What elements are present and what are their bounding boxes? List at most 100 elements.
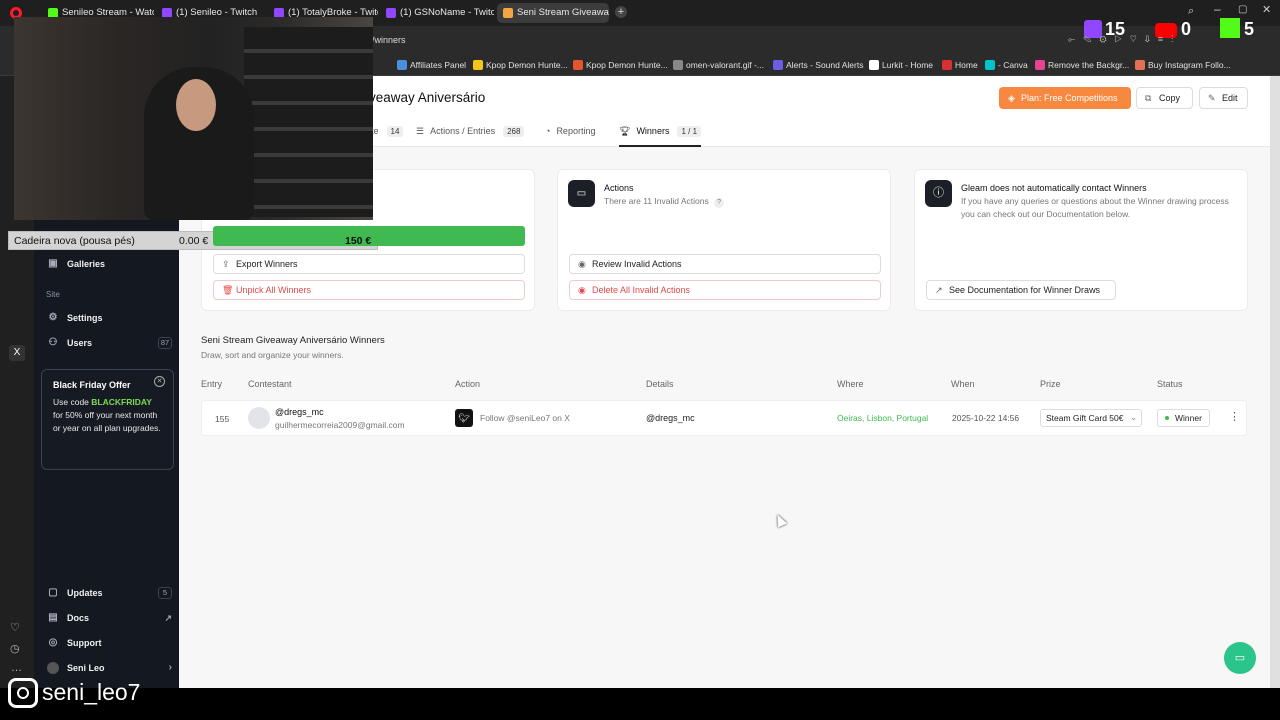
bookmark-item[interactable]: Home <box>942 58 978 72</box>
close-window-button[interactable]: ✕ <box>1262 3 1271 16</box>
twitter-icon: 🐦︎ <box>455 409 473 427</box>
info-icon: ⓘ <box>925 180 952 207</box>
export-winners-button[interactable]: ⇪ Export Winners <box>213 254 525 274</box>
tab-label: Actions / Entries <box>430 126 496 136</box>
bookmark-label: Alerts - Sound Alerts <box>786 60 864 70</box>
bookmark-item[interactable]: Remove the Backgr... <box>1035 58 1129 72</box>
sidebar-item-docs[interactable]: ▤ Docs ↗ <box>47 608 172 628</box>
unpick-all-winners-button[interactable]: 🗑︎ Unpick All Winners <box>213 280 525 300</box>
see-documentation-button[interactable]: ↗ See Documentation for Winner Draws <box>926 280 1116 300</box>
chevron-down-icon: ⌄ <box>1130 413 1137 422</box>
kick-viewer-count: 5 <box>1244 19 1255 39</box>
maximize-button[interactable]: ▢ <box>1238 4 1247 15</box>
chat-button[interactable]: ▭ <box>1224 642 1256 674</box>
actions-icon: ▭ <box>568 180 595 207</box>
column-header-status: Status <box>1157 379 1183 389</box>
button-label: Unpick All Winners <box>236 285 312 295</box>
eye-icon: ◉ <box>578 285 586 295</box>
prize-select[interactable]: Steam Gift Card 50€ ⌄ <box>1040 409 1142 427</box>
tab-reporting[interactable]: ◔ Reporting <box>545 126 595 136</box>
browser-tab-active[interactable]: Seni Stream Giveaway Ani <box>497 3 609 23</box>
copy-button[interactable]: ⧉ Copy <box>1136 87 1193 109</box>
bookmark-icon <box>942 60 952 70</box>
updates-count-badge: 5 <box>158 587 172 599</box>
review-invalid-actions-button[interactable]: ◉ Review Invalid Actions <box>569 254 881 274</box>
bookmark-item[interactable]: Lurkit - Home <box>869 58 933 72</box>
button-label: Delete All Invalid Actions <box>592 285 691 295</box>
gleam-icon <box>503 8 513 18</box>
sidebar-section-site: Site <box>46 290 60 299</box>
youtube-viewer-count: 0 <box>1181 19 1192 39</box>
sidebar-item-label: Updates <box>67 588 103 598</box>
list-icon: ☰ <box>416 126 425 136</box>
bookmark-item[interactable]: omen-valorant.gif -... <box>673 58 764 72</box>
help-icon[interactable]: ? <box>714 198 725 208</box>
sidebar-item-updates[interactable]: ▢ Updates 5 <box>47 583 172 603</box>
column-header-action: Action <box>455 379 481 389</box>
bookmark-item[interactable]: Kpop Demon Hunte... <box>473 58 568 72</box>
minimize-button[interactable]: – <box>1214 2 1221 16</box>
winners-section-title: Seni Stream Giveaway Aniversário Winners <box>201 335 385 346</box>
column-header-contestant: Contestant <box>248 379 292 389</box>
button-label: Export Winners <box>236 259 298 269</box>
sidebar-item-settings[interactable]: ⚙ Settings <box>47 308 172 328</box>
promo-text-after: for 50% off your next month or year on a… <box>53 410 161 433</box>
bookmark-icon <box>473 60 483 70</box>
trash-icon: 🗑︎ <box>222 285 234 295</box>
sidebar-item-galleries[interactable]: ▣ Galleries <box>47 254 172 274</box>
twitch-icon <box>386 8 396 18</box>
tab-actions-entries[interactable]: ☰ Actions / Entries 268 <box>416 126 525 137</box>
bookmark-item[interactable]: - Canva <box>985 58 1028 72</box>
browser-tab[interactable]: (1) GSNoName - Twitch <box>380 3 494 23</box>
sidebar-item-account[interactable]: Seni Leo › <box>47 658 172 678</box>
tab-title: Seni Stream Giveaway Ani <box>517 7 609 18</box>
url-field[interactable]: /winners <box>372 31 1052 49</box>
donation-goal: Cadeira nova (pousa pés) 0.00 € 150 € <box>8 226 525 250</box>
delete-invalid-actions-button[interactable]: ◉ Delete All Invalid Actions <box>569 280 881 300</box>
search-icon[interactable]: ⌕ <box>1188 5 1194 18</box>
row-menu-button[interactable]: ⋮ <box>1229 410 1240 423</box>
scrollbar[interactable] <box>1270 76 1280 688</box>
table-row[interactable]: 155 @dregs_mc guilhermecorreia2009@gmail… <box>201 400 1247 436</box>
tab-previous[interactable]: te 14 <box>371 126 404 137</box>
instagram-icon <box>8 678 38 708</box>
status-badge: Winner <box>1157 409 1210 427</box>
chevron-right-icon: › <box>168 662 172 673</box>
users-icon: ⚇ <box>48 337 58 348</box>
extensions-icons[interactable]: ⟜✎⚙▷♡⇩≡⋮ <box>1068 34 1181 45</box>
bookmark-item[interactable]: Buy Instagram Follo... <box>1135 58 1231 72</box>
black-friday-promo: ✕ Black Friday Offer Use code BLACKFRIDA… <box>41 369 174 470</box>
winner-contact-info-card: ⓘ Gleam does not automatically contact W… <box>914 169 1248 311</box>
column-header-where: Where <box>837 379 864 389</box>
button-label: See Documentation for Winner Draws <box>949 285 1101 295</box>
bookmark-icon <box>1035 60 1045 70</box>
tag-icon: ◈ <box>1008 93 1015 103</box>
column-header-entry: Entry <box>201 379 223 389</box>
bookmark-icon <box>773 60 783 70</box>
sidebar-item-support[interactable]: ◎ Support <box>47 633 172 653</box>
support-icon: ◎ <box>48 637 58 648</box>
bookmark-item[interactable]: Affiliates Panel <box>397 58 466 72</box>
bookmark-icon <box>985 60 995 70</box>
bookmark-item[interactable]: Alerts - Sound Alerts <box>773 58 863 72</box>
plan-button[interactable]: ◈ Plan: Free Competitions <box>999 87 1131 109</box>
sidebar-item-users[interactable]: ⚇ Users 87 <box>47 333 172 353</box>
heart-icon[interactable]: ♡ <box>10 621 20 634</box>
plan-button-label: Plan: Free Competitions <box>1021 93 1118 103</box>
new-tab-button[interactable]: + <box>615 6 627 18</box>
promo-text-before: Use code <box>53 397 92 407</box>
avatar <box>248 407 270 429</box>
tab-label: Reporting <box>556 126 596 136</box>
promo-text: Use code BLACKFRIDAY for 50% off your ne… <box>53 396 162 435</box>
more-icon[interactable]: … <box>11 662 22 674</box>
bookmark-label: Remove the Backgr... <box>1048 60 1130 70</box>
history-icon[interactable]: ◷ <box>10 642 20 655</box>
close-icon[interactable]: ✕ <box>154 376 165 387</box>
edit-button[interactable]: ✎ Edit <box>1199 87 1248 109</box>
invalid-actions-card: ▭ Actions There are 11 Invalid Actions ?… <box>557 169 891 311</box>
x-icon[interactable]: X <box>9 345 25 361</box>
invalid-actions-text: There are 11 Invalid Actions <box>604 196 709 206</box>
bookmark-item[interactable]: Kpop Demon Hunte... <box>573 58 668 72</box>
bookmark-label: omen-valorant.gif -... <box>686 60 764 70</box>
tab-winners[interactable]: 🏆︎ Winners 1 / 1 <box>619 126 702 147</box>
